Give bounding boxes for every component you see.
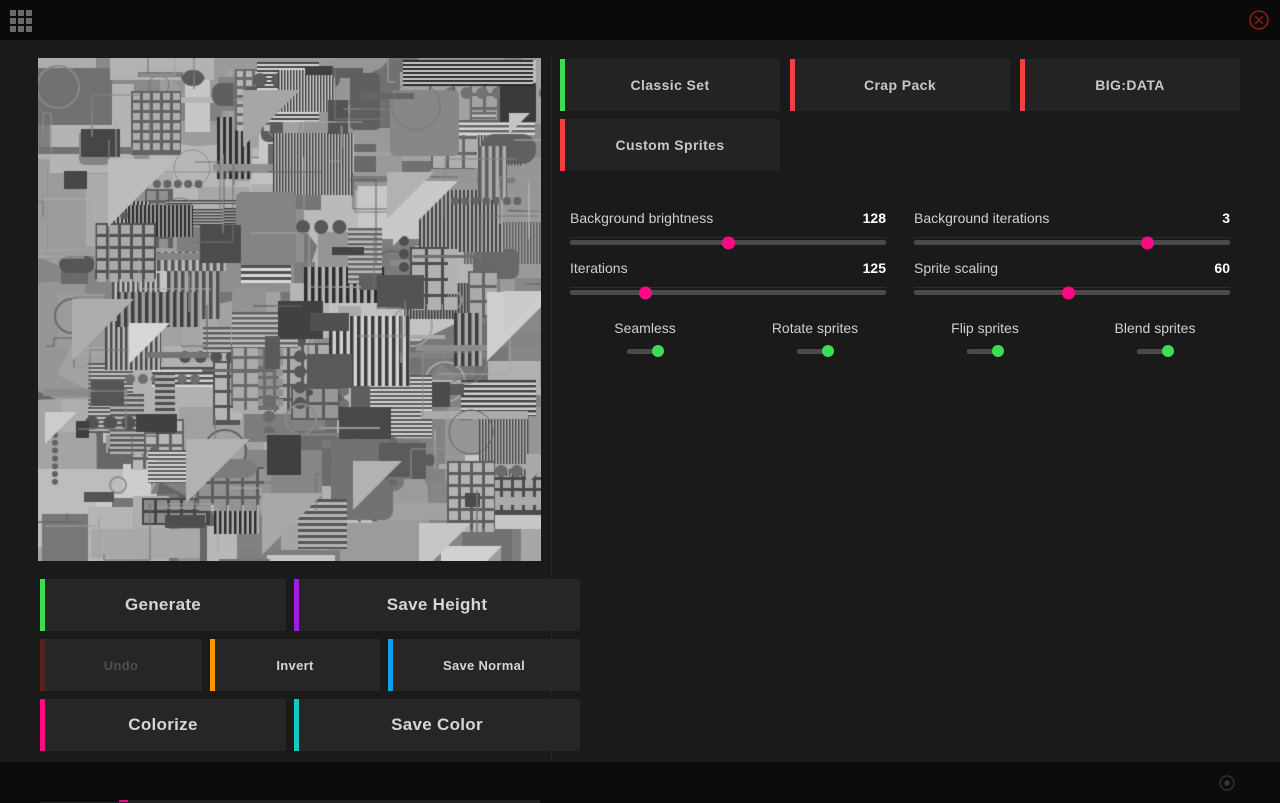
accent-bar [40, 699, 45, 751]
tab-big-data-label: BIG:DATA [1095, 77, 1165, 93]
toggle-rotate-sprites-switch[interactable] [796, 345, 834, 357]
accent-bar [790, 59, 795, 111]
accent-bar [388, 639, 393, 691]
slider-iterations-label: Iterations [570, 260, 628, 276]
status-bar [0, 762, 1280, 800]
tab-classic-set-label: Classic Set [630, 77, 710, 93]
slider-iterations-knob[interactable] [639, 286, 653, 299]
action-button-grid: Generate Save Height Undo Invert Save Normal… [40, 40, 580, 751]
accent-bar [40, 579, 45, 631]
save-height-button-label: Save Height [386, 595, 488, 614]
accent-bar [294, 579, 299, 631]
switch-knob[interactable] [1161, 345, 1174, 357]
slider-background-brightness-track[interactable] [570, 236, 886, 249]
slider-background-iterations: Background iterations 3 [914, 210, 1230, 249]
toggle-rotate-sprites: Rotate sprites [755, 320, 875, 357]
accent-bar [294, 699, 299, 751]
toggle-flip-sprites: Flip sprites [925, 320, 1045, 357]
switch-knob[interactable] [651, 345, 664, 357]
colorize-button[interactable]: Colorize [40, 699, 286, 751]
window-body: Generate Save Height Undo Invert Save Normal… [0, 40, 1280, 803]
slider-background-brightness: Background brightness 128 [570, 210, 886, 249]
accent-bar [1020, 59, 1025, 111]
accent-bar [560, 119, 565, 171]
slider-sprite-scaling-value: 60 [1214, 260, 1230, 276]
slider-iterations-header: Iterations 125 [570, 260, 886, 280]
save-color-button-label: Save Color [391, 715, 483, 734]
toggle-seamless-switch[interactable] [626, 345, 664, 357]
slider-background-brightness-knob[interactable] [721, 236, 735, 249]
tab-custom-sprites-label: Custom Sprites [615, 137, 725, 153]
slider-background-iterations-header: Background iterations 3 [914, 210, 1230, 230]
toggle-blend-sprites-switch[interactable] [1136, 345, 1174, 357]
slider-iterations-track[interactable] [570, 286, 886, 299]
slider-background-brightness-header: Background brightness 128 [570, 210, 886, 230]
close-circle-icon[interactable] [1248, 9, 1270, 31]
tab-custom-sprites[interactable]: Custom Sprites [560, 119, 780, 171]
slider-iterations: Iterations 125 [570, 260, 886, 299]
save-height-button[interactable]: Save Height [294, 579, 580, 631]
slider-sprite-scaling-track[interactable] [914, 286, 1230, 299]
save-normal-button-label: Save Normal [442, 657, 526, 673]
tab-crap-pack[interactable]: Crap Pack [790, 59, 1010, 111]
slider-background-iterations-label: Background iterations [914, 210, 1050, 226]
undo-button-label: Undo [103, 657, 139, 673]
slider-iterations-underline [570, 287, 886, 288]
switch-knob[interactable] [991, 345, 1004, 357]
toggle-flip-sprites-switch[interactable] [966, 345, 1004, 357]
toggle-blend-sprites-label: Blend sprites [1114, 320, 1196, 336]
grid-menu-icon[interactable] [10, 10, 32, 32]
undo-button: Undo [40, 639, 202, 691]
slider-background-brightness-label: Background brightness [570, 210, 714, 226]
save-color-button[interactable]: Save Color [294, 699, 580, 751]
slider-iterations-value: 125 [862, 260, 886, 276]
invert-button-label: Invert [276, 657, 314, 673]
accent-bar [560, 59, 565, 111]
slider-sprite-scaling-label: Sprite scaling [914, 260, 999, 276]
title-bar [0, 0, 1280, 40]
toggle-blend-sprites: Blend sprites [1095, 320, 1215, 357]
slider-background-iterations-track[interactable] [914, 236, 1230, 249]
save-normal-button[interactable]: Save Normal [388, 639, 580, 691]
toggle-seamless: Seamless [585, 320, 705, 357]
toggle-rotate-sprites-label: Rotate sprites [771, 320, 859, 336]
accent-bar [40, 639, 45, 691]
tab-classic-set[interactable]: Classic Set [560, 59, 780, 111]
toggle-seamless-label: Seamless [614, 320, 676, 336]
slider-sprite-scaling-header: Sprite scaling 60 [914, 260, 1230, 280]
invert-button[interactable]: Invert [210, 639, 380, 691]
switch-knob[interactable] [821, 345, 834, 357]
tab-crap-pack-label: Crap Pack [863, 77, 937, 93]
slider-background-iterations-knob[interactable] [1141, 236, 1155, 249]
slider-background-iterations-underline [914, 237, 1230, 238]
slider-sprite-scaling: Sprite scaling 60 [914, 260, 1230, 299]
colorize-button-label: Colorize [128, 715, 198, 734]
generate-button-label: Generate [124, 595, 202, 614]
slider-background-iterations-value: 3 [1222, 210, 1230, 226]
slider-sprite-scaling-knob[interactable] [1062, 286, 1076, 299]
toggle-flip-sprites-label: Flip sprites [951, 320, 1019, 336]
tab-big-data[interactable]: BIG:DATA [1020, 59, 1240, 111]
generate-button[interactable]: Generate [40, 579, 286, 631]
slider-background-brightness-value: 128 [862, 210, 886, 226]
accent-bar [210, 639, 215, 691]
record-dot-icon[interactable] [1218, 774, 1236, 792]
